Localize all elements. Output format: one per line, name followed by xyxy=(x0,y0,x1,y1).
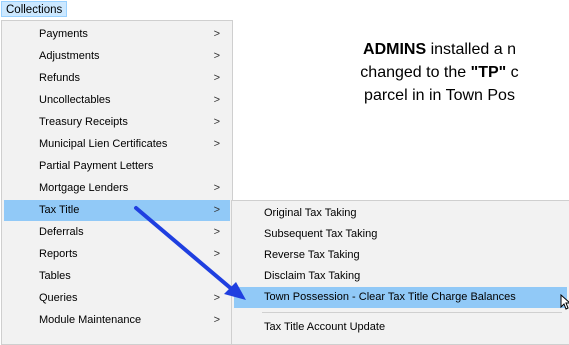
menu-separator xyxy=(262,312,562,313)
menu-item-label: Adjustments xyxy=(39,50,100,62)
note-text: c xyxy=(506,64,519,81)
menu-item-mortgage-lenders[interactable]: Mortgage Lenders > xyxy=(4,178,230,199)
menu-item-treasury-receipts[interactable]: Treasury Receipts > xyxy=(4,112,230,133)
note-text: changed to the xyxy=(360,64,471,81)
menu-item-label: Module Maintenance xyxy=(39,314,142,326)
chevron-right-icon: > xyxy=(213,204,220,216)
submenu-item-label: Disclaim Tax Taking xyxy=(264,270,361,282)
submenu-item-town-possession[interactable]: Town Possession - Clear Tax Title Charge… xyxy=(234,287,567,308)
menu-item-tax-title[interactable]: Tax Title > xyxy=(4,200,230,221)
menu-item-uncollectables[interactable]: Uncollectables > xyxy=(4,90,230,111)
note-line-2: changed to the "TP" c xyxy=(310,61,569,84)
menu-item-label: Deferrals xyxy=(39,226,84,238)
chevron-right-icon: > xyxy=(213,182,220,194)
chevron-right-icon: > xyxy=(213,314,220,326)
menu-item-refunds[interactable]: Refunds > xyxy=(4,68,230,89)
submenu-item-label: Reverse Tax Taking xyxy=(264,249,360,261)
menu-item-label: Reports xyxy=(39,248,78,260)
note-line-3: parcel in in Town Pos xyxy=(310,84,569,107)
menu-item-reports[interactable]: Reports > xyxy=(4,244,230,265)
note-line-1: ADMINS installed a n xyxy=(310,38,569,61)
submenu-item-label: Town Possession - Clear Tax Title Charge… xyxy=(264,291,516,303)
chevron-right-icon: > xyxy=(213,226,220,238)
menu-item-label: Refunds xyxy=(39,72,80,84)
submenu-item-label: Tax Title Account Update xyxy=(264,321,386,333)
menu-item-deferrals[interactable]: Deferrals > xyxy=(4,222,230,243)
menu-item-label: Treasury Receipts xyxy=(39,116,128,128)
note-text: installed a n xyxy=(426,41,516,58)
menu-item-queries[interactable]: Queries > xyxy=(4,288,230,309)
menu-item-module-maintenance[interactable]: Module Maintenance > xyxy=(4,310,230,331)
chevron-right-icon: > xyxy=(213,28,220,40)
menu-item-payments[interactable]: Payments > xyxy=(4,24,230,45)
note-bold-tp: "TP" xyxy=(470,64,507,81)
pointer-cursor-icon xyxy=(560,294,569,310)
menu-item-tables[interactable]: Tables xyxy=(4,266,230,287)
menu-item-label: Partial Payment Letters xyxy=(39,160,154,172)
submenu-item-disclaim-tax-taking[interactable]: Disclaim Tax Taking xyxy=(234,266,567,287)
menu-item-label: Municipal Lien Certificates xyxy=(39,138,168,150)
menu-item-partial-payment-letters[interactable]: Partial Payment Letters xyxy=(4,156,230,177)
chevron-right-icon: > xyxy=(213,94,220,106)
collections-dropdown: Payments > Adjustments > Refunds > Uncol… xyxy=(1,20,233,345)
menu-item-label: Queries xyxy=(39,292,78,304)
menu-item-adjustments[interactable]: Adjustments > xyxy=(4,46,230,67)
submenu-item-subsequent-tax-taking[interactable]: Subsequent Tax Taking xyxy=(234,224,567,245)
submenu-item-tax-title-account-update[interactable]: Tax Title Account Update xyxy=(234,317,567,338)
annotation-note: ADMINS installed a n changed to the "TP"… xyxy=(310,38,569,107)
menu-item-municipal-lien-certificates[interactable]: Municipal Lien Certificates > xyxy=(4,134,230,155)
chevron-right-icon: > xyxy=(213,116,220,128)
collections-menu[interactable]: Collections xyxy=(1,1,68,17)
note-bold-admins: ADMINS xyxy=(363,41,427,58)
submenu-item-reverse-tax-taking[interactable]: Reverse Tax Taking xyxy=(234,245,567,266)
chevron-right-icon: > xyxy=(213,292,220,304)
menu-item-label: Mortgage Lenders xyxy=(39,182,129,194)
menu-item-label: Tax Title xyxy=(39,204,80,216)
submenu-item-label: Subsequent Tax Taking xyxy=(264,228,378,240)
chevron-right-icon: > xyxy=(213,72,220,84)
menu-bar: Collections xyxy=(0,0,569,18)
submenu-item-original-tax-taking[interactable]: Original Tax Taking xyxy=(234,203,567,224)
chevron-right-icon: > xyxy=(213,138,220,150)
chevron-right-icon: > xyxy=(213,248,220,260)
chevron-right-icon: > xyxy=(213,50,220,62)
tax-title-submenu: Original Tax Taking Subsequent Tax Takin… xyxy=(231,200,569,345)
submenu-item-label: Original Tax Taking xyxy=(264,207,357,219)
note-text: parcel in in Town Pos xyxy=(364,87,515,104)
menu-item-label: Tables xyxy=(39,270,71,282)
menu-item-label: Payments xyxy=(39,28,88,40)
menu-item-label: Uncollectables xyxy=(39,94,111,106)
